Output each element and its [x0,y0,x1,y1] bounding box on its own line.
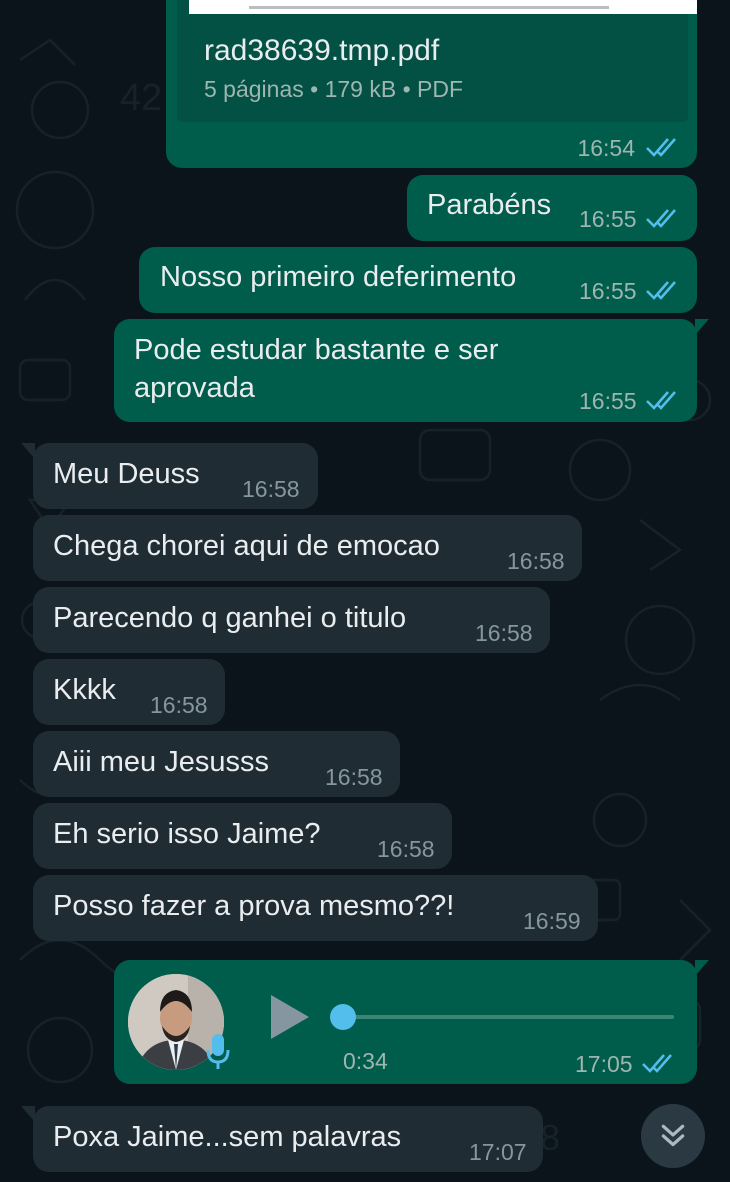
message-bubble[interactable]: Parabéns 16:55 [407,175,697,241]
message-bubble[interactable]: Meu Deuss 16:58 [21,443,318,509]
message-text: Posso fazer a prova mesmo??! [53,890,455,922]
message-time: 17:07 [469,1139,527,1165]
message-time: 16:55 [579,206,637,232]
message-time: 16:58 [242,476,300,502]
read-ticks-icon [646,281,676,300]
message-time: 17:05 [575,1051,633,1077]
message-text: Nosso primeiro deferimento [160,261,517,293]
message-bubble[interactable]: Kkkk 16:58 [33,659,225,725]
play-icon[interactable] [267,993,311,1041]
voice-duration: 0:34 [343,1048,388,1074]
message-text: Meu Deuss [53,458,200,490]
voice-progress-thumb[interactable] [330,1004,356,1030]
message-bubble[interactable]: Eh serio isso Jaime? 16:58 [33,803,452,869]
read-ticks-icon [646,391,676,410]
document-filename: rad38639.tmp.pdf [204,34,440,67]
double-chevron-down-icon [661,1124,685,1147]
message-text: Kkkk [53,674,116,706]
message-text: Chega chorei aqui de emocao [53,530,440,562]
read-ticks-icon [642,1054,672,1073]
message-time: 16:59 [523,908,581,934]
message-time: 16:55 [579,278,637,304]
document-message[interactable]: rad38639.tmp.pdf 5 páginas • 179 kB • PD… [166,0,697,168]
message-time: 16:58 [150,692,208,718]
message-time: 16:58 [475,620,533,646]
document-meta: 5 páginas • 179 kB • PDF [204,76,464,102]
mic-icon [206,1034,230,1069]
message-bubble[interactable]: Parecendo q ganhei o titulo 16:58 [33,587,550,653]
message-bubble[interactable]: Poxa Jaime...sem palavras 17:07 [21,1106,543,1172]
voice-message[interactable]: 0:34 17:05 [114,960,709,1084]
message-time: 16:58 [377,836,435,862]
message-bubble[interactable]: Pode estudar bastante e ser aprovada 16:… [114,319,709,422]
svg-text:42: 42 [120,77,162,119]
scroll-to-bottom-button[interactable] [641,1104,705,1168]
message-text: Poxa Jaime...sem palavras [53,1121,402,1153]
message-text: Parecendo q ganhei o titulo [53,602,407,634]
message-time: 16:58 [507,548,565,574]
read-ticks-icon [646,138,676,157]
read-ticks-icon [646,209,676,228]
message-text: Pode estudar bastante e ser aprovada [134,334,499,404]
voice-progress-track[interactable] [332,1015,674,1019]
message-bubble[interactable]: Aiii meu Jesusss 16:58 [33,731,400,797]
message-text: Aiii meu Jesusss [53,746,269,778]
chat-area[interactable]: 42 28 rad38639.tmp.pdf 5 páginas • 179 k… [0,0,730,1182]
message-bubble[interactable]: Chega chorei aqui de emocao 16:58 [33,515,582,581]
message-bubble[interactable]: Nosso primeiro deferimento 16:55 [139,247,697,313]
message-time: 16:58 [325,764,383,790]
document-preview[interactable] [189,0,697,14]
document-card[interactable]: rad38639.tmp.pdf 5 páginas • 179 kB • PD… [177,0,697,122]
message-bubble[interactable]: Posso fazer a prova mesmo??! 16:59 [33,875,598,941]
message-time: 16:55 [579,388,637,414]
message-text: Eh serio isso Jaime? [53,818,321,850]
message-time: 16:54 [577,135,635,161]
message-text: Parabéns [427,189,552,221]
